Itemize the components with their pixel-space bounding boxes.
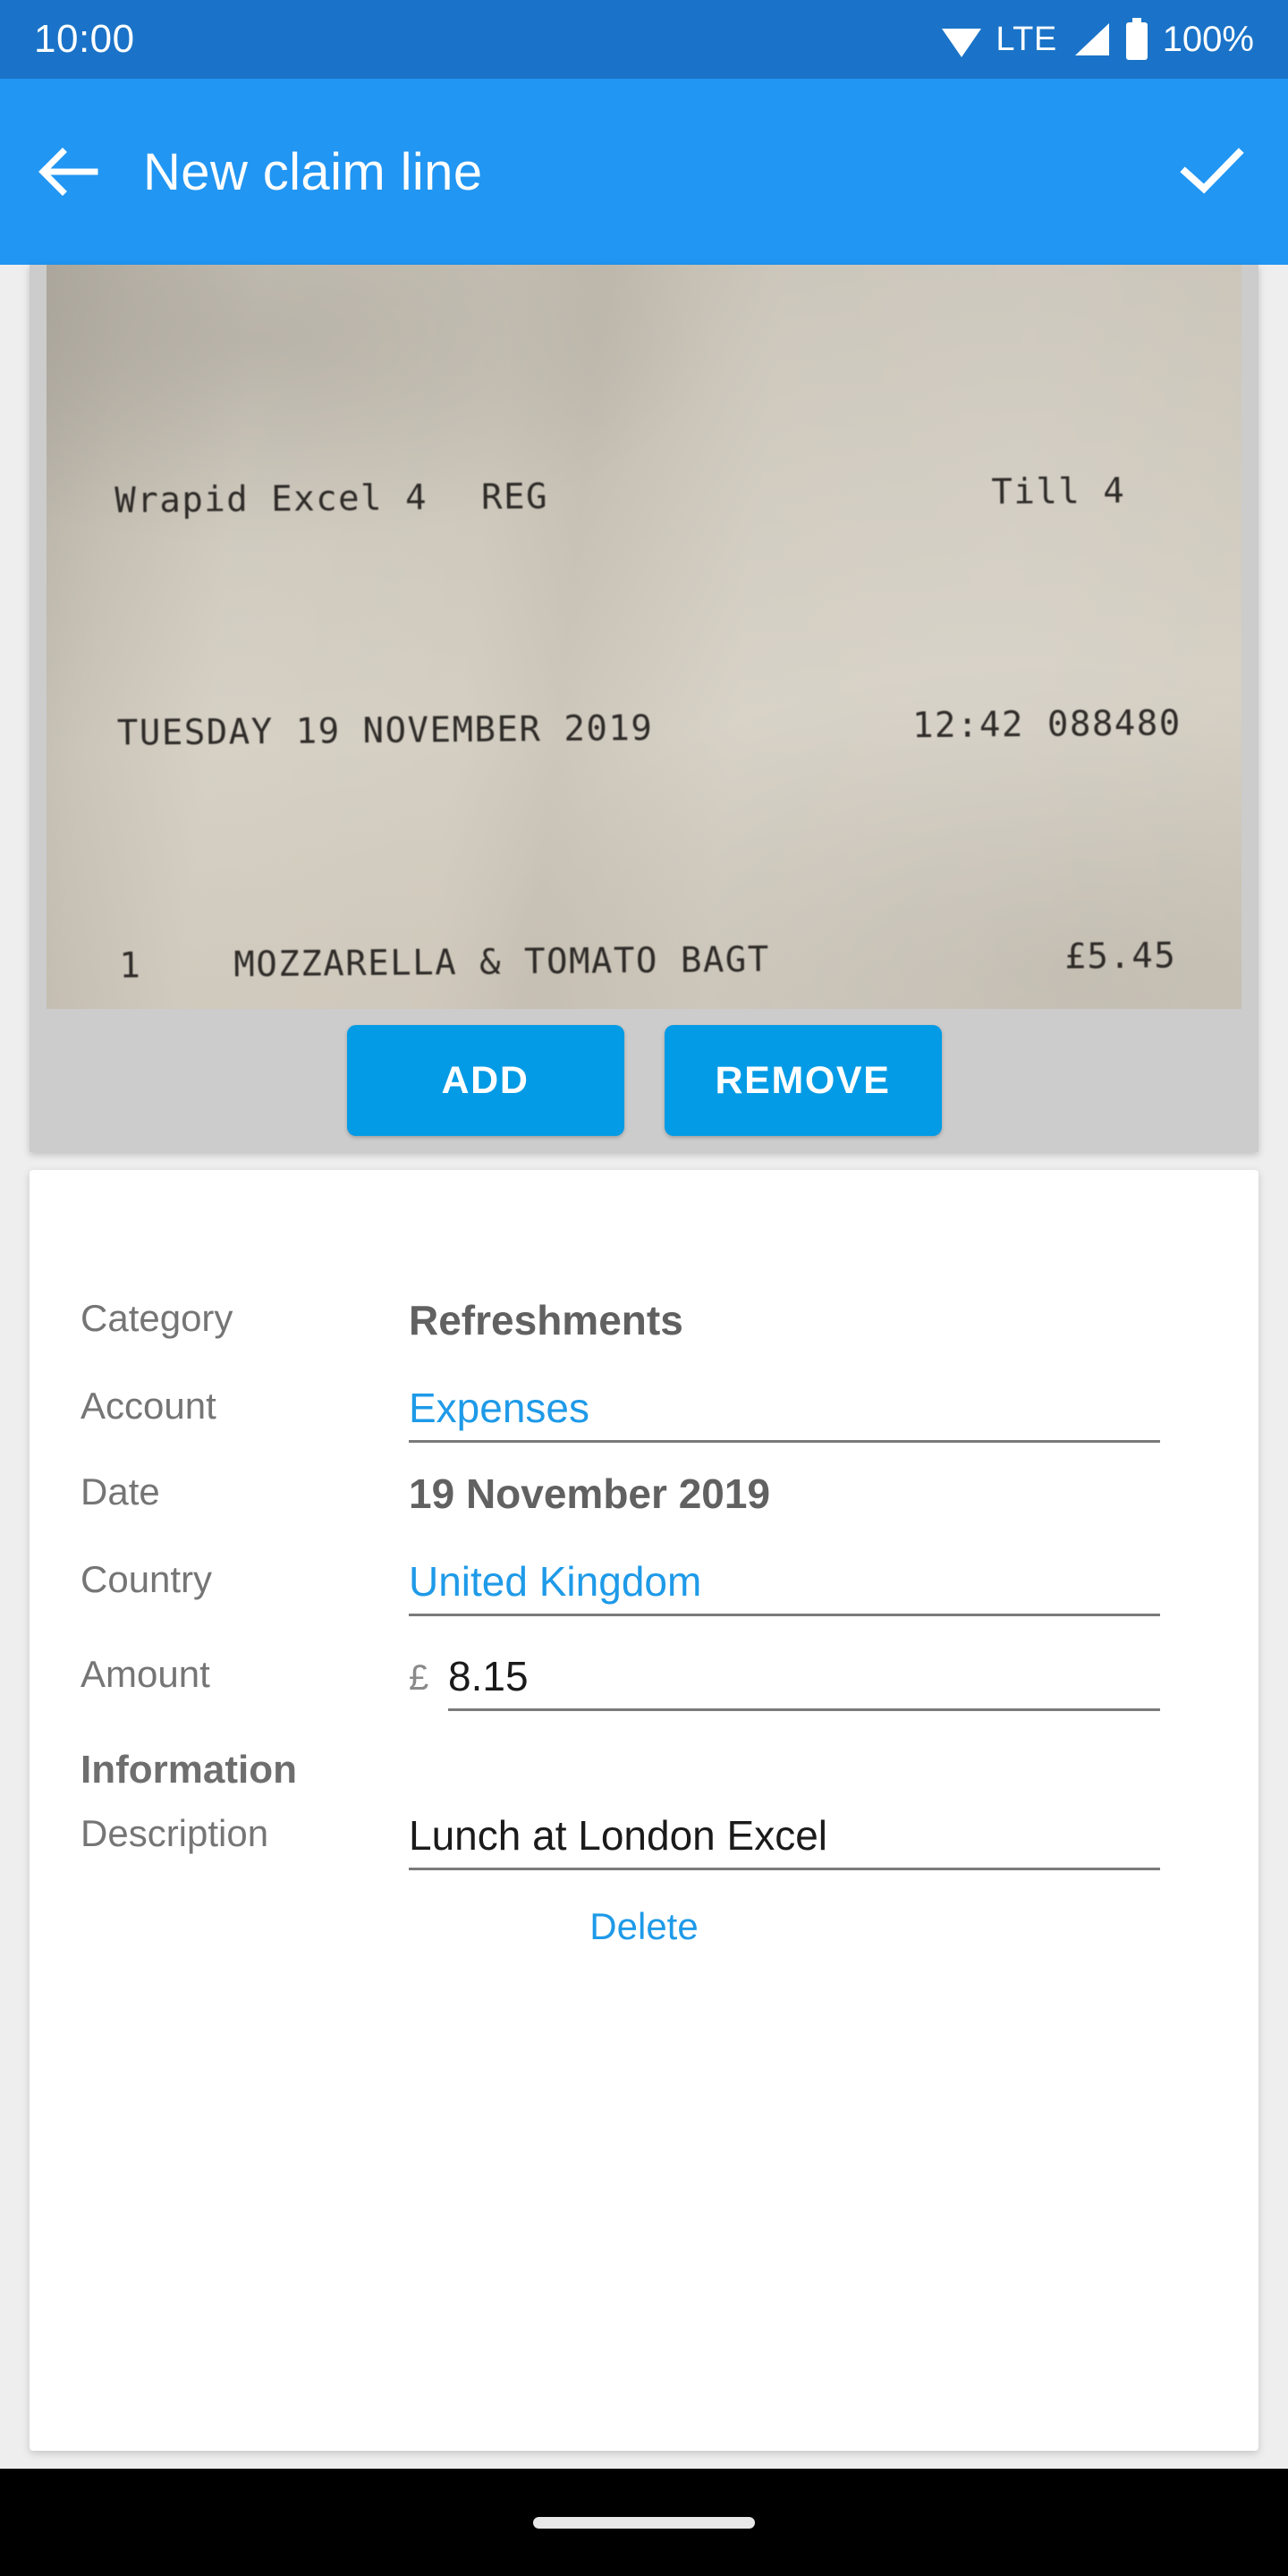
receipt-item1-qty: 1 [119, 945, 142, 987]
receipt-time-text: 12:42 [911, 705, 1025, 747]
field-row-description[interactable]: Description Lunch at London Excel [30, 1810, 1258, 1870]
receipt-reg-label: REG [480, 477, 549, 518]
account-label: Account [80, 1385, 216, 1427]
account-value[interactable]: Expenses [409, 1383, 1160, 1433]
country-label: Country [80, 1558, 213, 1600]
receipt-ref-number: 088480 [1046, 703, 1182, 745]
receipt-attachment-card: Wrapid Excel 4 REG Till 4 TUESDAY 19 NOV… [30, 265, 1258, 1152]
network-type-label: LTE [996, 20, 1057, 58]
receipt-line-item-1: 1 MOZZARELLA & TOMATO BAGT £5.45 [119, 927, 1184, 995]
account-value-wrap[interactable]: Expenses [409, 1383, 1160, 1443]
amount-underline [448, 1708, 1160, 1711]
account-underline [409, 1440, 1160, 1443]
date-value: 19 November 2019 [409, 1470, 771, 1517]
amount-currency-symbol: £ [409, 1658, 429, 1698]
receipt-photo[interactable]: Wrapid Excel 4 REG Till 4 TUESDAY 19 NOV… [47, 265, 1241, 1009]
category-value-wrap: Refreshments [409, 1295, 1160, 1345]
phone-screen: 10:00 LTE 100% New claim line Wrapid Exc… [0, 0, 1288, 2576]
date-label: Date [80, 1470, 160, 1513]
status-clock: 10:00 [34, 17, 135, 61]
status-bar: 10:00 LTE 100% [0, 0, 1288, 79]
receipt-item1-price: £5.45 [1064, 936, 1177, 978]
amount-input[interactable]: 8.15 [448, 1651, 1160, 1701]
amount-label: Amount [80, 1653, 210, 1695]
battery-full-icon [1125, 18, 1148, 60]
receipt-store-name: Wrapid Excel 4 [114, 478, 428, 521]
country-value-wrap[interactable]: United Kingdom [409, 1556, 1160, 1616]
information-section-heading: Information [80, 1748, 297, 1792]
description-underline [409, 1868, 1160, 1870]
receipt-item1-name: MOZZARELLA & TOMATO BAGT [233, 939, 771, 986]
country-underline [409, 1614, 1160, 1616]
receipt-date-text: TUESDAY 19 NOVEMBER 2019 [116, 708, 654, 754]
description-label: Description [80, 1812, 269, 1854]
field-row-category: Category Refreshments [30, 1295, 1258, 1345]
category-value: Refreshments [409, 1297, 683, 1343]
receipt-printed-text: Wrapid Excel 4 REG Till 4 TUESDAY 19 NOV… [114, 345, 1198, 1009]
system-navigation-bar [0, 2469, 1288, 2576]
page-title: New claim line [143, 142, 483, 201]
claim-line-form-card: Category Refreshments Account Expenses D… [30, 1170, 1258, 2451]
app-bar: New claim line [0, 79, 1288, 265]
amount-value-wrap[interactable]: £ 8.15 [409, 1651, 1160, 1711]
description-value-wrap[interactable]: Lunch at London Excel [409, 1810, 1160, 1870]
receipt-line-date: TUESDAY 19 NOVEMBER 2019 12:42 088480 [117, 694, 1182, 762]
check-icon [1180, 148, 1244, 194]
battery-percentage: 100% [1162, 19, 1254, 59]
description-input[interactable]: Lunch at London Excel [409, 1810, 1160, 1860]
field-row-country[interactable]: Country United Kingdom [30, 1556, 1258, 1616]
arrow-left-icon [38, 148, 98, 196]
receipt-line-header: Wrapid Excel 4 REG Till 4 [114, 462, 1180, 530]
category-label: Category [80, 1297, 233, 1339]
field-row-account[interactable]: Account Expenses [30, 1383, 1258, 1443]
delete-button[interactable]: Delete [30, 1905, 1258, 1948]
add-button[interactable]: ADD [346, 1025, 624, 1136]
status-indicators: LTE 100% [940, 18, 1254, 61]
country-value[interactable]: United Kingdom [409, 1556, 1160, 1606]
receipt-action-buttons: ADD REMOVE [30, 1009, 1258, 1152]
date-value-wrap: 19 November 2019 [409, 1469, 1160, 1519]
amount-input-wrap[interactable]: 8.15 [448, 1651, 1160, 1711]
remove-button[interactable]: REMOVE [664, 1025, 942, 1136]
receipt-till-label: Till 4 [991, 470, 1126, 513]
field-row-date: Date 19 November 2019 [30, 1469, 1258, 1519]
signal-bars-icon [1074, 23, 1109, 55]
wifi-icon [942, 29, 982, 57]
home-gesture-pill[interactable] [533, 2516, 755, 2529]
confirm-button[interactable] [1136, 79, 1288, 265]
back-button[interactable] [0, 79, 134, 265]
field-row-amount[interactable]: Amount £ 8.15 [30, 1651, 1258, 1711]
